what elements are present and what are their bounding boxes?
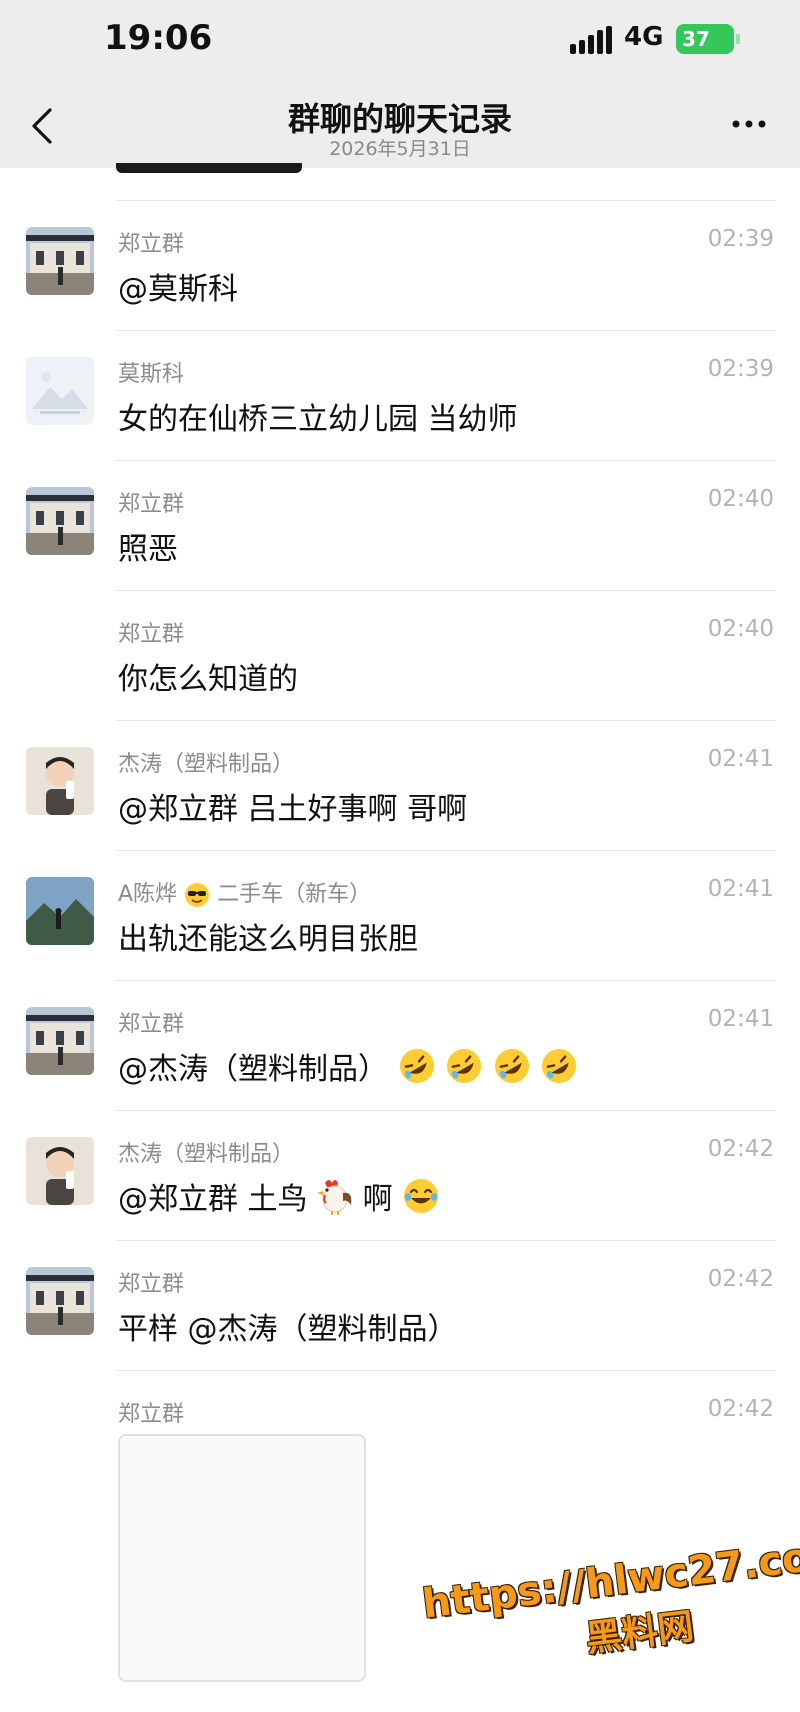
joy-emoji-icon bbox=[404, 1179, 439, 1213]
rofl-emoji-icon bbox=[447, 1049, 482, 1083]
building-avatar[interactable] bbox=[26, 227, 94, 295]
message-time: 02:42 bbox=[707, 1396, 774, 1422]
message-time: 02:42 bbox=[707, 1136, 774, 1162]
message-text: 平样 @杰涛（塑料制品） bbox=[118, 1312, 458, 1347]
sender-name: 杰涛（塑料制品） bbox=[118, 1142, 295, 1167]
sender-name: 郑立群 bbox=[118, 1272, 185, 1297]
message-item[interactable]: 莫斯科 02:39 女的在仙桥三立幼儿园 当幼师 bbox=[0, 330, 800, 460]
message-time: 02:41 bbox=[707, 1006, 774, 1032]
message-text: @郑立群 土鸟 啊 bbox=[118, 1174, 440, 1218]
message-text-content: @杰涛（塑料制品） bbox=[118, 1052, 388, 1087]
divider bbox=[116, 200, 776, 201]
message-text: 女的在仙桥三立幼儿园 当幼师 bbox=[118, 402, 518, 437]
message-time: 02:41 bbox=[707, 746, 774, 772]
divider bbox=[116, 330, 776, 331]
message-item[interactable]: 郑立群 02:39 @莫斯科 bbox=[0, 200, 800, 330]
divider bbox=[116, 460, 776, 461]
sender-name: 郑立群 bbox=[118, 232, 185, 257]
message-item[interactable]: 杰涛（塑料制品） 02:42 @郑立群 土鸟 啊 bbox=[0, 1110, 800, 1240]
sender-name-part: 二手车（新车） bbox=[217, 882, 372, 907]
message-time: 02:42 bbox=[707, 1266, 774, 1292]
building-avatar[interactable] bbox=[26, 1267, 94, 1335]
message-item[interactable]: 郑立群 02:41 @杰涛（塑料制品） bbox=[0, 980, 800, 1110]
message-text: @莫斯科 bbox=[118, 272, 238, 307]
sender-name: 莫斯科 bbox=[118, 362, 185, 387]
divider bbox=[116, 720, 776, 721]
message-item[interactable]: 郑立群 02:40 你怎么知道的 bbox=[0, 590, 800, 720]
sender-name: 郑立群 bbox=[118, 1402, 185, 1427]
rofl-emoji-icon bbox=[542, 1049, 577, 1083]
message-text-content: 啊 bbox=[362, 1182, 393, 1217]
message-time: 02:40 bbox=[707, 616, 774, 642]
building-avatar[interactable] bbox=[26, 487, 94, 555]
message-item[interactable]: 郑立群 02:42 平样 @杰涛（塑料制品） bbox=[0, 1240, 800, 1370]
divider bbox=[116, 1110, 776, 1111]
message-item[interactable]: A陈烨 二手车（新车） 02:41 出轨还能这么明目张胆 bbox=[0, 850, 800, 980]
mountain-avatar[interactable] bbox=[26, 877, 94, 945]
message-text: 照恶 bbox=[118, 532, 178, 567]
status-bar: 19:06 4G 37 bbox=[0, 0, 800, 80]
sender-name: 郑立群 bbox=[118, 492, 185, 517]
message-text: @杰涛（塑料制品） bbox=[118, 1044, 578, 1088]
image-attachment[interactable] bbox=[118, 1434, 366, 1682]
rooster-emoji-icon bbox=[317, 1180, 352, 1215]
message-time: 02:41 bbox=[707, 876, 774, 902]
rofl-emoji-icon bbox=[399, 1049, 434, 1083]
building-avatar[interactable] bbox=[26, 1007, 94, 1075]
message-time: 02:39 bbox=[707, 226, 774, 252]
battery-level: 37 bbox=[682, 27, 710, 51]
battery-icon: 37 bbox=[676, 24, 740, 54]
header: 19:06 4G 37 群聊的聊天记录 2026年5月31日 bbox=[0, 0, 800, 168]
more-dots-icon bbox=[732, 120, 766, 128]
child-avatar[interactable] bbox=[26, 1137, 94, 1205]
message-item[interactable]: 郑立群 02:40 照恶 bbox=[0, 460, 800, 590]
message-text-content: @郑立群 土鸟 bbox=[118, 1182, 308, 1217]
previous-message-fragment bbox=[116, 163, 302, 173]
sender-name-part: A陈烨 bbox=[118, 882, 178, 907]
status-time: 19:06 bbox=[104, 18, 213, 58]
divider bbox=[116, 1370, 776, 1371]
network-type: 4G bbox=[624, 22, 664, 52]
message-time: 02:39 bbox=[707, 356, 774, 382]
sunglasses-emoji-icon bbox=[185, 883, 210, 907]
divider bbox=[116, 590, 776, 591]
more-button[interactable] bbox=[730, 114, 770, 134]
message-text: 出轨还能这么明目张胆 bbox=[118, 922, 418, 957]
rofl-emoji-icon bbox=[494, 1049, 529, 1083]
sender-name: 杰涛（塑料制品） bbox=[118, 752, 295, 777]
sender-name: 郑立群 bbox=[118, 622, 185, 647]
page-subtitle-date: 2026年5月31日 bbox=[329, 138, 471, 160]
divider bbox=[116, 980, 776, 981]
divider bbox=[116, 1240, 776, 1241]
sender-name: 郑立群 bbox=[118, 1012, 185, 1037]
message-text: @郑立群 吕土好事啊 哥啊 bbox=[118, 792, 468, 827]
signal-icon bbox=[570, 26, 614, 54]
divider bbox=[116, 850, 776, 851]
landscape-avatar[interactable] bbox=[26, 357, 94, 425]
message-time: 02:40 bbox=[707, 486, 774, 512]
message-item[interactable]: 杰涛（塑料制品） 02:41 @郑立群 吕土好事啊 哥啊 bbox=[0, 720, 800, 850]
child-avatar[interactable] bbox=[26, 747, 94, 815]
message-text: 你怎么知道的 bbox=[118, 662, 298, 697]
sender-name: A陈烨 二手车（新车） bbox=[118, 876, 371, 908]
